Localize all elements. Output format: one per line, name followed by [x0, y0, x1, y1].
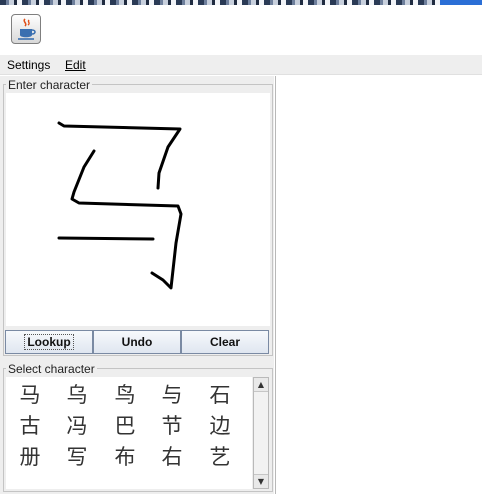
lookup-button[interactable]: Lookup: [5, 330, 93, 354]
stroke-drawing: [57, 121, 183, 290]
undo-button[interactable]: Undo: [93, 330, 181, 354]
candidate-char[interactable]: 马: [15, 381, 45, 409]
candidate-char[interactable]: 艺: [205, 443, 235, 471]
candidate-char[interactable]: 布: [110, 443, 140, 471]
candidate-char[interactable]: 节: [157, 412, 187, 440]
candidate-list: 马 乌 鸟 与 石 古 冯 巴 节 边 册 写 布 右 艺: [6, 377, 252, 489]
arrow-down-icon[interactable]: ▼: [254, 474, 268, 488]
stroke-3: [57, 236, 155, 241]
candidate-char[interactable]: 右: [157, 443, 187, 471]
candidate-char[interactable]: 鸟: [110, 381, 140, 409]
title-bar: [0, 5, 482, 55]
candidate-char[interactable]: 乌: [62, 381, 92, 409]
stroke-2: [70, 149, 183, 290]
candidate-char[interactable]: 石: [205, 381, 235, 409]
candidate-char[interactable]: 册: [15, 443, 45, 471]
menu-settings[interactable]: Settings: [7, 57, 50, 73]
candidate-char[interactable]: 巴: [110, 412, 140, 440]
arrow-up-icon[interactable]: ▲: [254, 378, 268, 392]
candidate-char[interactable]: 古: [15, 412, 45, 440]
candidate-scrollbar[interactable]: ▲ ▼: [253, 377, 269, 489]
stroke-1: [57, 121, 182, 190]
java-app-icon[interactable]: [11, 14, 41, 44]
menu-bar: Settings Edit: [0, 55, 482, 75]
result-panel[interactable]: [275, 76, 482, 494]
lookup-button-label: Lookup: [24, 334, 74, 350]
candidate-char[interactable]: 写: [62, 443, 92, 471]
enter-character-title: Enter character: [6, 78, 93, 92]
select-character-title: Select character: [6, 362, 97, 376]
java-cup-icon: [18, 18, 36, 40]
candidate-char[interactable]: 边: [205, 412, 235, 440]
candidate-char[interactable]: 与: [157, 381, 187, 409]
menu-edit[interactable]: Edit: [65, 57, 86, 73]
clear-button[interactable]: Clear: [181, 330, 269, 354]
handwriting-canvas[interactable]: [6, 93, 270, 326]
candidate-char[interactable]: 冯: [62, 412, 92, 440]
